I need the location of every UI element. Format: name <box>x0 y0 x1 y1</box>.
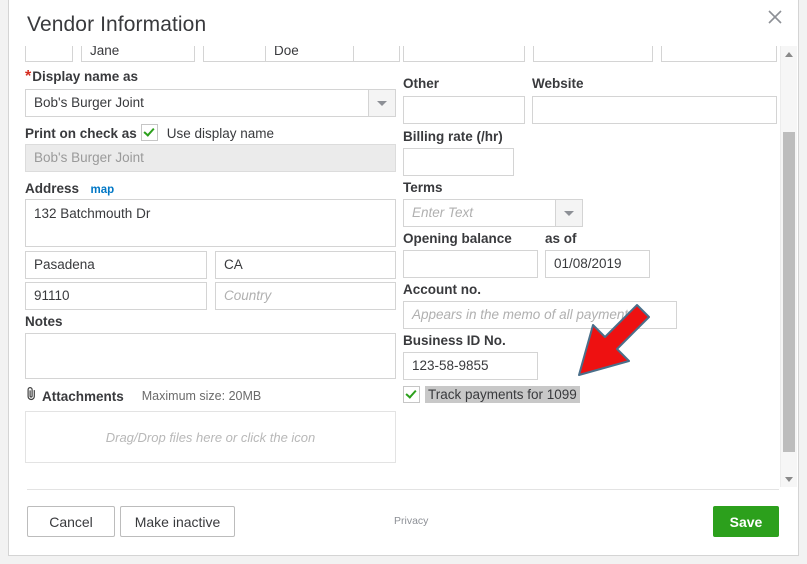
display-name-label-wrap: *Display name as <box>25 68 138 86</box>
other-label: Other <box>403 76 440 91</box>
footer-divider <box>27 489 779 490</box>
form-scroll-area: Jane Doe *Display name as Bob's Burger J… <box>9 46 798 487</box>
billing-rate-input[interactable] <box>403 148 514 176</box>
dropzone-text: Drag/Drop files here or click the icon <box>105 429 316 445</box>
close-icon[interactable] <box>762 4 788 30</box>
scroll-down-arrow-icon[interactable] <box>781 471 797 487</box>
privacy-link[interactable]: Privacy <box>394 515 428 527</box>
map-link[interactable]: map <box>90 184 114 196</box>
attachments-header: Attachments Maximum size: 20MB <box>25 386 261 406</box>
website-label: Website <box>532 76 584 91</box>
terms-input[interactable]: Enter Text <box>403 199 583 227</box>
display-name-value: Bob's Burger Joint <box>34 95 144 110</box>
track-1099-row[interactable]: Track payments for 1099 <box>403 386 580 403</box>
account-no-label: Account no. <box>403 282 481 297</box>
attachments-label: Attachments <box>42 388 124 404</box>
use-display-name-checkbox[interactable] <box>141 124 159 141</box>
make-inactive-button[interactable]: Make inactive <box>120 506 235 537</box>
first-name-field[interactable]: Jane <box>81 46 195 62</box>
name-row-clipped: Jane Doe <box>25 46 400 62</box>
print-on-check-row: Print on check as Use display name <box>25 124 274 143</box>
opening-balance-input[interactable] <box>403 250 538 278</box>
screenshot-root: Vendor Information Jane Doe *Display nam… <box>0 0 807 564</box>
vertical-scrollbar[interactable] <box>780 46 797 487</box>
contact-row-clipped <box>403 46 777 62</box>
country-input[interactable]: Country <box>215 282 396 310</box>
website-input[interactable] <box>532 96 777 124</box>
use-display-name-label: Use display name <box>166 126 275 141</box>
required-asterisk: * <box>25 68 32 85</box>
print-on-check-label: Print on check as <box>25 126 137 141</box>
display-name-input[interactable]: Bob's Burger Joint <box>25 89 396 117</box>
email-field[interactable] <box>403 46 525 62</box>
as-of-date-input[interactable]: 01/08/2019 <box>545 250 650 278</box>
chevron-down-icon[interactable] <box>555 200 582 226</box>
other-input[interactable] <box>403 96 525 124</box>
billing-rate-label: Billing rate (/hr) <box>403 129 503 144</box>
suffix-field[interactable] <box>353 46 400 62</box>
title-field[interactable] <box>25 46 73 62</box>
state-input[interactable]: CA <box>215 251 396 279</box>
address-label-wrap: Address map <box>25 180 114 198</box>
scrollbar-thumb[interactable] <box>783 132 795 452</box>
display-name-label: Display name as <box>32 69 139 84</box>
phone-field[interactable] <box>533 46 653 62</box>
city-input[interactable]: Pasadena <box>25 251 207 279</box>
attachments-max-size: Maximum size: 20MB <box>141 389 262 403</box>
track-1099-checkbox[interactable] <box>403 386 420 403</box>
terms-label: Terms <box>403 180 443 195</box>
print-on-check-input: Bob's Burger Joint <box>25 144 396 172</box>
account-no-input[interactable]: Appears in the memo of all payments <box>403 301 677 329</box>
vendor-information-dialog: Vendor Information Jane Doe *Display nam… <box>8 0 799 556</box>
scroll-up-arrow-icon[interactable] <box>781 46 797 62</box>
terms-placeholder: Enter Text <box>412 205 474 220</box>
chevron-down-icon[interactable] <box>368 90 395 116</box>
page-title: Vendor Information <box>27 13 207 36</box>
last-name-field[interactable]: Doe <box>265 46 361 62</box>
cancel-button[interactable]: Cancel <box>27 506 115 537</box>
address-label: Address <box>25 181 80 196</box>
business-id-label: Business ID No. <box>403 333 506 348</box>
street-address-input[interactable]: 132 Batchmouth Dr <box>25 199 396 247</box>
track-1099-label: Track payments for 1099 <box>425 386 580 403</box>
save-button[interactable]: Save <box>713 506 779 537</box>
attachments-dropzone[interactable]: Drag/Drop files here or click the icon <box>25 411 396 463</box>
notes-label: Notes <box>25 314 63 329</box>
business-id-input[interactable]: 123-58-9855 <box>403 352 538 380</box>
zip-input[interactable]: 91110 <box>25 282 207 310</box>
opening-balance-label: Opening balance <box>403 231 512 246</box>
mobile-field[interactable] <box>661 46 777 62</box>
as-of-label: as of <box>545 231 577 246</box>
paperclip-icon <box>25 386 39 406</box>
notes-input[interactable] <box>25 333 396 379</box>
